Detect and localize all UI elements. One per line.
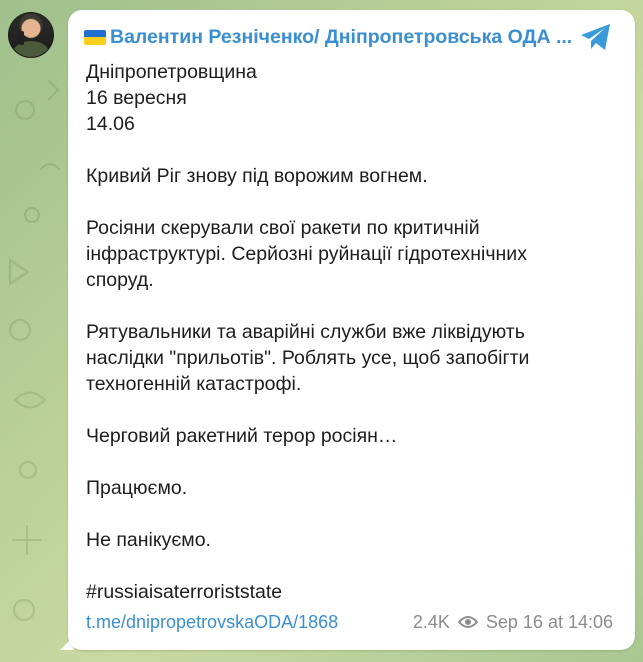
- message-line: наслідки "прильотів". Роблять усе, щоб з…: [86, 347, 530, 369]
- telegram-plane-icon[interactable]: [579, 22, 613, 52]
- message-line: Дніпропетровщина: [86, 61, 257, 83]
- message-bubble: Валентин Резніченко/ Дніпропетровська ОД…: [68, 10, 635, 650]
- timestamp: Sep 16 at 14:06: [485, 611, 613, 632]
- ukraine-flag-icon: [84, 29, 106, 45]
- message-line: споруд.: [86, 269, 154, 291]
- message-line: інфраструктурі. Серйозні руйнації гідрот…: [86, 243, 527, 265]
- message-line: Рятувальники та аварійні служби вже лікв…: [86, 321, 525, 343]
- post-link[interactable]: t.me/dnipropetrovskaODA/1868: [86, 612, 338, 633]
- channel-avatar[interactable]: [8, 12, 54, 58]
- message-line: 14.06: [86, 113, 135, 135]
- message-line: Працюємо.: [86, 477, 188, 499]
- message-line: Росіяни скерували свої ракети по критичн…: [86, 217, 480, 239]
- views-count: 2.4K: [412, 611, 450, 632]
- channel-name[interactable]: Валентин Резніченко/ Дніпропетровська ОД…: [110, 26, 572, 49]
- message-line: техногенній катастрофі.: [86, 373, 302, 395]
- message-line: 16 вересня: [86, 87, 187, 109]
- message-footer: t.me/dnipropetrovskaODA/1868 2.4K Sep 16…: [86, 610, 613, 634]
- message-meta: 2.4K Sep 16 at 14:06: [413, 612, 613, 633]
- message-line: Не панікуємо.: [86, 529, 211, 551]
- hashtag[interactable]: #russiaisaterroriststate: [86, 579, 606, 605]
- message-text: Дніпропетровщина 16 вересня 14.06 Кривий Рі…: [86, 59, 606, 605]
- message-header: Валентин Резніченко/ Дніпропетровська ОД…: [84, 24, 575, 50]
- message-line: Черговий ракетний терор росіян…: [86, 425, 398, 447]
- message-line: Кривий Ріг знову під ворожим вогнем.: [86, 165, 428, 187]
- eye-icon: [457, 616, 478, 628]
